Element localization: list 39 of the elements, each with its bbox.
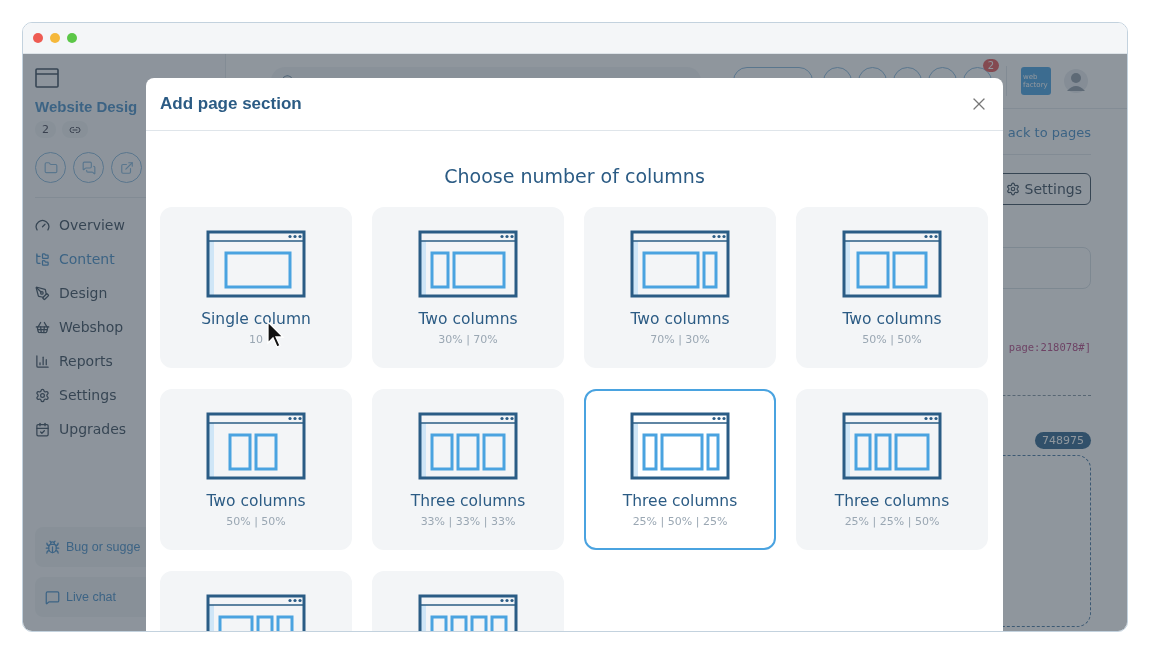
layout-option[interactable]: Three columns 25% | 50% | 25% bbox=[584, 389, 776, 550]
option-ratio: 33% | 33% | 33% bbox=[420, 515, 516, 528]
option-title: Two columns bbox=[206, 492, 306, 510]
project-title: Website Desig bbox=[35, 98, 138, 115]
option-ratio: 50% | 50% bbox=[226, 515, 286, 528]
option-title: Three columns bbox=[410, 492, 526, 510]
notification-badge: 2 bbox=[982, 58, 999, 72]
option-ratio: 70% | 30% bbox=[650, 333, 710, 346]
option-ratio: 30% | 70% bbox=[438, 333, 498, 346]
section-heading: Choose number of columns bbox=[443, 165, 706, 187]
option-ratio: 25% | 25% | 50% bbox=[844, 515, 940, 528]
option-title: Two columns bbox=[842, 310, 942, 328]
layout-option[interactable]: Two columns 70% | 30% bbox=[584, 207, 776, 368]
nav-item[interactable]: Webshop bbox=[35, 316, 127, 338]
option-title: Two columns bbox=[630, 310, 730, 328]
option-title: Two columns bbox=[418, 310, 518, 328]
back-link[interactable]: ack to pages bbox=[1007, 125, 1091, 140]
option-title: Three columns bbox=[834, 492, 950, 510]
option-ratio: 25% | 50% | 25% bbox=[632, 515, 728, 528]
layout-option[interactable]: Two columns 50% | 50% bbox=[160, 389, 352, 550]
option-title: Single column bbox=[201, 310, 311, 328]
nav-item[interactable]: Settings bbox=[35, 384, 127, 406]
dialog-title: Add page section bbox=[160, 94, 302, 114]
count-chip: 2 bbox=[35, 121, 56, 138]
layout-option[interactable]: Two columns 50% | 50% bbox=[796, 207, 988, 368]
page-code: page:218078#] bbox=[1008, 341, 1091, 353]
nav-item[interactable]: Reports bbox=[35, 350, 127, 372]
layout-option[interactable]: Three columns 25% | 25% | 50% bbox=[796, 389, 988, 550]
nav-item[interactable]: Upgrades bbox=[35, 418, 127, 440]
option-ratio: 10 bbox=[249, 333, 263, 346]
nav-item[interactable]: Overview bbox=[35, 214, 127, 236]
block-id-badge: 748975 bbox=[1035, 432, 1091, 449]
layout-option[interactable]: Two columns 30% | 70% bbox=[372, 207, 564, 368]
option-ratio: 50% | 50% bbox=[862, 333, 922, 346]
nav-item[interactable]: Design bbox=[35, 282, 127, 304]
nav-item[interactable]: Content bbox=[35, 248, 127, 270]
layout-option[interactable]: Three columns 33% | 33% | 33% bbox=[372, 389, 564, 550]
option-title: Three columns bbox=[622, 492, 738, 510]
layout-option[interactable]: Single column 10 bbox=[160, 207, 352, 368]
